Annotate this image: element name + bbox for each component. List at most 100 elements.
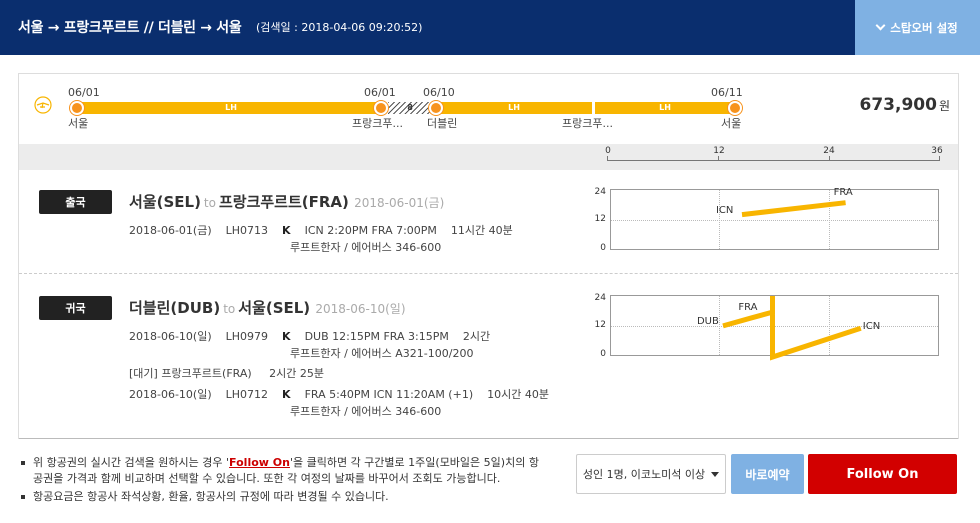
flight-row[interactable]: 2018-06-10(일) LH0712 K FRA 5:40PM ICN 11… <box>129 386 549 402</box>
total-price: 673,900 원 <box>860 95 950 115</box>
aircraft-info: 루프트한자 / 에어버스 A321-100/200 <box>290 347 474 360</box>
chart-y-label: 0 <box>600 243 606 253</box>
flight-path-svg <box>741 200 846 218</box>
flight-date: 2018-06-10(일) <box>129 388 212 401</box>
inbound-title: 더블린(DUB) to 서울(SEL) 2018-06-10(일) <box>129 297 406 318</box>
hour-axis-line <box>607 160 940 161</box>
layover-info: [대기] 프랑크푸르트(FRA) 2시간 25분 <box>129 367 325 380</box>
airport-point-label: ICN <box>715 204 734 216</box>
header-bar: 서울 → 프랑크푸르트 // 더블린 → 서울 (검색일 : 2018-04-0… <box>0 0 980 55</box>
booking-class: K <box>282 388 291 401</box>
flight-path-line <box>741 200 846 218</box>
stop-date: 06/01 <box>364 86 396 99</box>
chart-y-label: 24 <box>594 187 606 197</box>
segment-date: 2018-06-10(일) <box>315 302 406 316</box>
price-value: 673,900 <box>859 95 937 115</box>
flight-row[interactable]: 2018-06-10(일) LH0979 K DUB 12:15PM FRA 3… <box>129 328 490 344</box>
aircraft-info: 루프트한자 / 에어버스 346-600 <box>290 241 442 254</box>
book-now-button[interactable]: 바로예약 <box>731 454 804 494</box>
follow-on-link[interactable]: Follow On <box>229 456 290 469</box>
stop-date: 06/10 <box>423 86 455 99</box>
hour-axis-label: 24 <box>823 146 835 156</box>
price-currency: 원 <box>938 99 950 113</box>
notice-text: 위 항공권의 실시간 검색을 원하시는 경우 ' <box>33 456 230 469</box>
stop-city: 프랑크푸... <box>562 117 613 130</box>
aircraft-info: 루프트한자 / 에어버스 346-600 <box>290 405 442 418</box>
airport-point-label: ICN <box>862 321 881 333</box>
destination-city: 서울(SEL) <box>238 299 311 317</box>
footer-divider <box>19 438 958 439</box>
hour-axis-band <box>19 144 958 170</box>
notice-item: 항공요금은 항공사 좌석상황, 환율, 항공사의 규정에 따라 변경될 수 있습… <box>19 489 539 505</box>
origin-city: 서울(SEL) <box>129 193 201 211</box>
chart-y-label: 12 <box>594 214 606 224</box>
stop-city: 서울 <box>68 117 89 130</box>
outbound-title: 서울(SEL) to 프랑크푸르트(FRA) 2018-06-01(금) <box>129 191 444 212</box>
flight-number: LH0979 <box>225 330 269 343</box>
origin-city: 더블린(DUB) <box>129 299 221 317</box>
stop-date: 06/01 <box>68 86 100 99</box>
flight-schedule: FRA 5:40PM ICN 11:20AM (+1) <box>304 388 474 401</box>
stop-city: 서울 <box>721 117 742 130</box>
stopover-button[interactable]: 스탑오버 설정 <box>855 0 980 55</box>
to-label: to <box>223 302 236 316</box>
flight-number: LH0712 <box>225 388 269 401</box>
flight-date: 2018-06-10(일) <box>129 330 212 343</box>
chart-y-label: 0 <box>600 349 606 359</box>
flight-date: 2018-06-01(금) <box>129 224 212 237</box>
chart-y-label: 24 <box>594 293 606 303</box>
timeline-stop-dot <box>374 101 388 115</box>
stop-city: 더블린 <box>427 117 458 130</box>
follow-on-button[interactable]: Follow On <box>808 454 957 494</box>
hour-axis-label: 0 <box>605 146 611 156</box>
airport-point-label: FRA <box>738 302 758 314</box>
lufthansa-crane-icon <box>34 96 52 114</box>
flight-duration: 10시간 40분 <box>487 388 549 401</box>
search-date: (검색일 : 2018-04-06 09:20:52) <box>256 21 423 34</box>
booking-class: K <box>282 224 291 237</box>
timeline-segment[interactable]: LH <box>436 102 592 114</box>
flight-schedule: DUB 12:15PM FRA 3:15PM <box>304 330 449 343</box>
timeline-stop-dot <box>728 101 742 115</box>
timeline-stop-dot <box>70 101 84 115</box>
hour-axis-tick <box>829 156 830 161</box>
stopover-button-label: 스탑오버 설정 <box>890 20 958 35</box>
itinerary-card <box>18 73 959 439</box>
notice-item: 위 항공권의 실시간 검색을 원하시는 경우 'Follow On'을 클릭하면… <box>19 455 539 487</box>
carrier-label: LH <box>659 103 671 112</box>
airport-point-label: DUB <box>696 315 719 327</box>
destination-city: 프랑크푸르트(FRA) <box>218 193 349 211</box>
outbound-badge: 출국 <box>39 190 112 214</box>
passenger-select-label: 성인 1명, 이코노미석 이상 <box>582 468 706 481</box>
airport-point-label: FRA <box>833 186 853 198</box>
hour-axis-tick <box>718 156 719 161</box>
caret-down-icon <box>711 471 720 477</box>
hour-axis-label: 36 <box>931 146 943 156</box>
stop-date: 06/11 <box>711 86 743 99</box>
segment-date: 2018-06-01(금) <box>354 196 445 210</box>
route-title: 서울 → 프랑크푸르트 // 더블린 → 서울 <box>18 20 242 36</box>
flight-path-svg <box>722 296 862 361</box>
flight-number: LH0713 <box>225 224 269 237</box>
outbound-time-chart: ICN FRA <box>610 186 939 250</box>
timeline-segment[interactable]: LH <box>595 102 735 114</box>
carrier-label: LH <box>508 103 520 112</box>
flight-schedule: ICN 2:20PM FRA 7:00PM <box>304 224 437 237</box>
hour-axis-label: 12 <box>713 146 725 156</box>
timeline-segment[interactable]: LH <box>77 102 385 114</box>
section-divider <box>19 273 958 274</box>
booking-class: K <box>282 330 291 343</box>
timeline-stop-dot <box>429 101 443 115</box>
hour-axis-tick <box>607 156 608 161</box>
hour-axis-tick <box>939 156 940 161</box>
flight-duration: 2시간 <box>462 330 491 343</box>
stop-city: 프랑크푸... <box>352 117 403 130</box>
flight-row[interactable]: 2018-06-01(금) LH0713 K ICN 2:20PM FRA 7:… <box>129 222 513 238</box>
notice-list: 위 항공권의 실시간 검색을 원하시는 경우 'Follow On'을 클릭하면… <box>19 455 539 505</box>
inbound-badge: 귀국 <box>39 296 112 320</box>
carrier-label: LH <box>225 103 237 112</box>
to-label: to <box>203 196 216 210</box>
timeline-layover: 8 <box>388 102 432 114</box>
chevron-down-icon <box>875 20 886 31</box>
passenger-select[interactable]: 성인 1명, 이코노미석 이상 <box>576 454 726 494</box>
